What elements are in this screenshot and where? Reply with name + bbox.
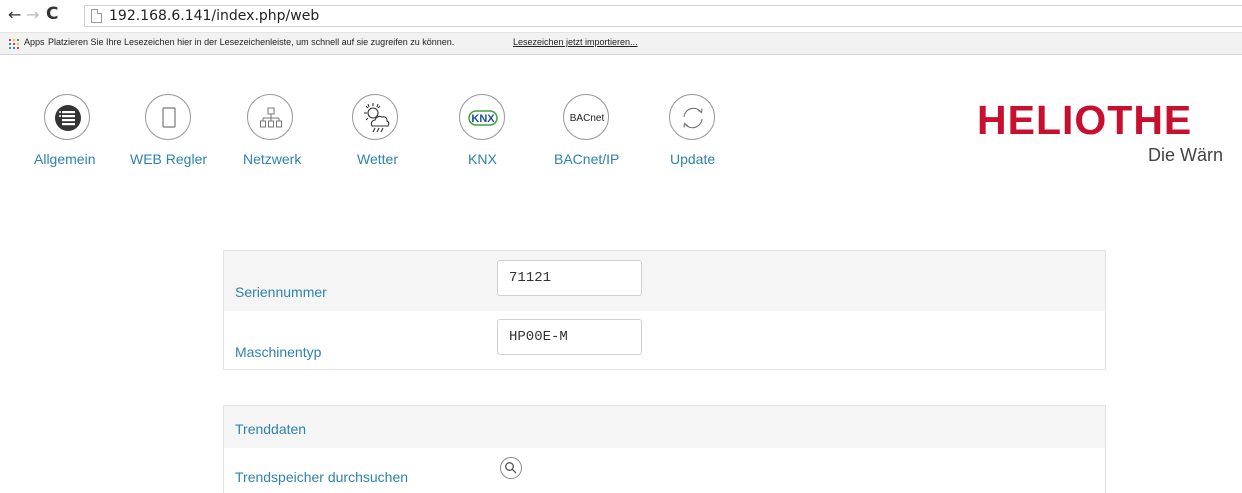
apps-label[interactable]: Apps <box>24 37 45 47</box>
forward-arrow-icon[interactable]: → <box>26 5 39 25</box>
list-icon[interactable] <box>44 94 90 140</box>
nav-label-wetter[interactable]: Wetter <box>357 151 398 167</box>
trend-header-row: Trenddaten <box>224 406 1105 448</box>
serial-field[interactable]: 71121 <box>497 260 642 296</box>
browser-toolbar: ← → C 192.168.6.141/index.php/web <box>0 0 1242 33</box>
nav-label-web-regler[interactable]: WEB Regler <box>130 151 207 167</box>
back-arrow-icon[interactable]: ← <box>8 5 21 25</box>
refresh-icon[interactable] <box>669 94 715 140</box>
serial-row: Seriennummer 71121 <box>224 251 1105 311</box>
reload-icon[interactable]: C <box>46 4 58 24</box>
page-icon <box>91 9 102 23</box>
serial-label: Seriennummer <box>235 284 327 300</box>
nav-label-knx[interactable]: KNX <box>468 151 497 167</box>
bacnet-icon-text: BACnet <box>570 113 605 124</box>
knx-icon[interactable]: KNX <box>459 94 505 140</box>
url-text[interactable]: 192.168.6.141/index.php/web <box>109 8 319 24</box>
heliotherm-logo: HELIOTHE <box>977 97 1193 143</box>
trend-title: Trenddaten <box>235 421 307 437</box>
weather-icon[interactable] <box>352 94 398 140</box>
knx-icon-text: KNX <box>471 113 495 125</box>
bookmarks-hint: Platzieren Sie Ihre Lesezeichen hier in … <box>48 37 455 47</box>
machine-type-label: Maschinentyp <box>235 344 322 360</box>
nav-label-allgemein[interactable]: Allgemein <box>34 151 95 167</box>
trend-search-label: Trendspeicher durchsuchen <box>235 469 409 485</box>
bacnet-icon[interactable]: BACnet <box>563 94 609 140</box>
trend-panel: Trenddaten Trendspeicher durchsuchen <box>223 405 1106 493</box>
magnifier-icon[interactable] <box>500 457 522 479</box>
address-bar[interactable]: 192.168.6.141/index.php/web <box>84 5 1242 27</box>
nav-label-bacnet[interactable]: BACnet/IP <box>554 151 619 167</box>
nav-label-netzwerk[interactable]: Netzwerk <box>243 151 301 167</box>
machine-type-row: Maschinentyp HP00E-M <box>224 311 1105 369</box>
brand-slogan: Die Wärn <box>1148 145 1224 165</box>
trend-search-row: Trendspeicher durchsuchen <box>224 448 1105 493</box>
import-bookmarks-link[interactable]: Lesezeichen jetzt importieren... <box>513 37 638 47</box>
bookmarks-bar: Apps Platzieren Sie Ihre Lesezeichen hie… <box>0 33 1242 55</box>
tablet-icon[interactable] <box>145 94 191 140</box>
apps-grid-icon[interactable] <box>9 39 19 49</box>
nav-label-update[interactable]: Update <box>670 151 715 167</box>
machine-info-panel: Seriennummer 71121 Maschinentyp HP00E-M <box>223 250 1106 370</box>
network-icon[interactable] <box>247 94 293 140</box>
machine-type-field[interactable]: HP00E-M <box>497 319 642 355</box>
